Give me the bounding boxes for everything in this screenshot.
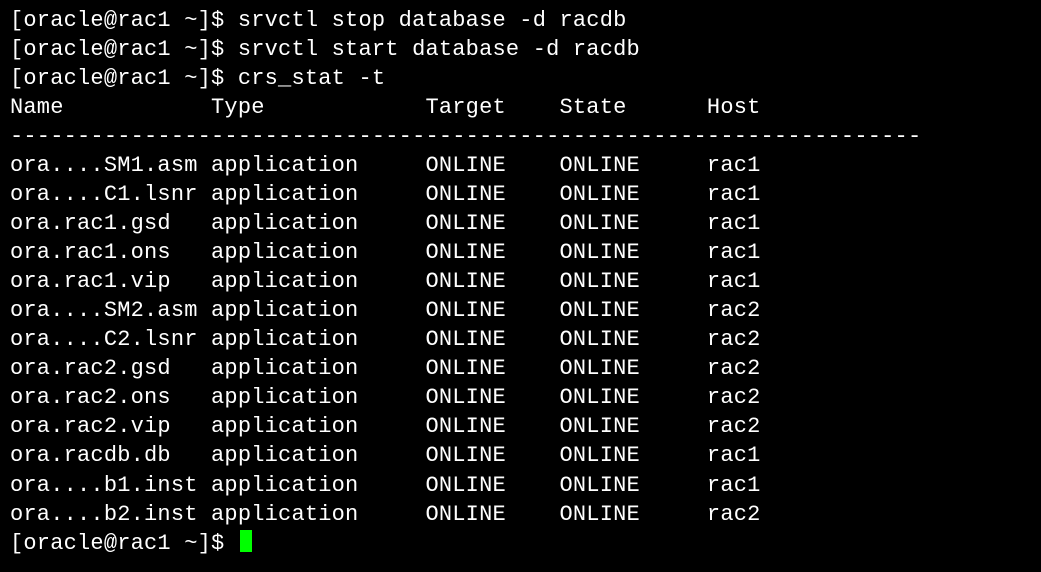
table-row: ora.racdb.db application ONLINE ONLINE r… — [10, 441, 1031, 470]
table-row: ora.rac1.gsd application ONLINE ONLINE r… — [10, 209, 1031, 238]
table-row: ora....SM1.asm application ONLINE ONLINE… — [10, 151, 1031, 180]
prompt-line[interactable]: [oracle@rac1 ~]$ — [10, 529, 1031, 558]
table-row: ora.rac1.ons application ONLINE ONLINE r… — [10, 238, 1031, 267]
table-row: ora....b1.inst application ONLINE ONLINE… — [10, 471, 1031, 500]
prompt: [oracle@rac1 ~]$ — [10, 8, 238, 33]
table-row: ora....b2.inst application ONLINE ONLINE… — [10, 500, 1031, 529]
table-row: ora.rac2.vip application ONLINE ONLINE r… — [10, 412, 1031, 441]
table-body: ora....SM1.asm application ONLINE ONLINE… — [10, 151, 1031, 528]
table-header: Name Type Target State Host — [10, 93, 1031, 122]
command-line: [oracle@rac1 ~]$ srvctl start database -… — [10, 35, 1031, 64]
prompt: [oracle@rac1 ~]$ — [10, 66, 238, 91]
command-line: [oracle@rac1 ~]$ srvctl stop database -d… — [10, 6, 1031, 35]
table-row: ora....C2.lsnr application ONLINE ONLINE… — [10, 325, 1031, 354]
command-line: [oracle@rac1 ~]$ crs_stat -t — [10, 64, 1031, 93]
cursor-icon — [240, 530, 252, 552]
table-separator: ----------------------------------------… — [10, 122, 1031, 151]
table-row: ora....C1.lsnr application ONLINE ONLINE… — [10, 180, 1031, 209]
table-row: ora.rac2.ons application ONLINE ONLINE r… — [10, 383, 1031, 412]
prompt: [oracle@rac1 ~]$ — [10, 531, 238, 556]
command-text: srvctl stop database -d racdb — [238, 8, 627, 33]
table-row: ora....SM2.asm application ONLINE ONLINE… — [10, 296, 1031, 325]
command-text: srvctl start database -d racdb — [238, 37, 640, 62]
prompt: [oracle@rac1 ~]$ — [10, 37, 238, 62]
table-row: ora.rac1.vip application ONLINE ONLINE r… — [10, 267, 1031, 296]
terminal-window[interactable]: [oracle@rac1 ~]$ srvctl stop database -d… — [0, 0, 1041, 572]
table-row: ora.rac2.gsd application ONLINE ONLINE r… — [10, 354, 1031, 383]
command-text: crs_stat -t — [238, 66, 385, 91]
